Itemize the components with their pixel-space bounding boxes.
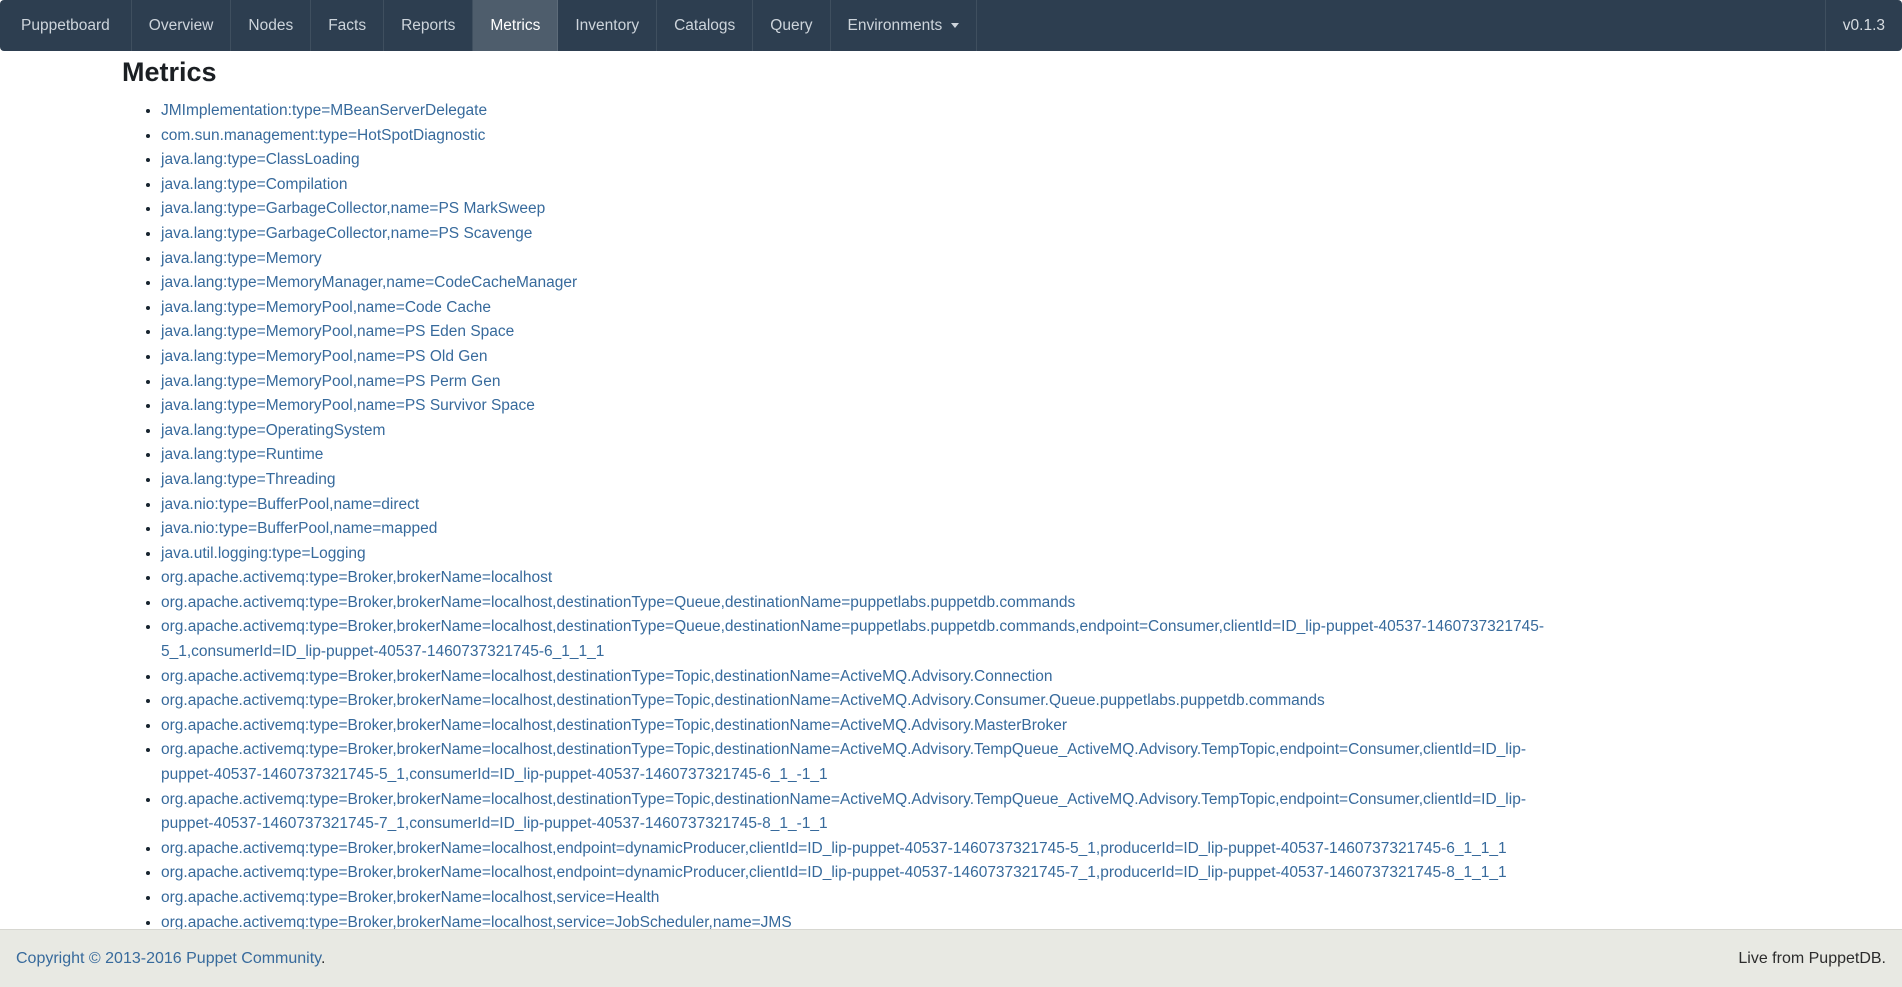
metric-link[interactable]: org.apache.activemq:type=Broker,brokerNa… — [161, 840, 1507, 857]
metric-link[interactable]: org.apache.activemq:type=Broker,brokerNa… — [161, 594, 1075, 611]
chevron-down-icon — [951, 23, 959, 28]
metric-list-item: java.lang:type=MemoryPool,name=PS Perm G… — [161, 370, 1563, 395]
nav-item-label: Inventory — [575, 17, 639, 35]
metric-link[interactable]: java.lang:type=OperatingSystem — [161, 422, 385, 439]
metric-list-item: java.lang:type=MemoryPool,name=PS Surviv… — [161, 394, 1563, 419]
nav-item-label: Nodes — [248, 17, 293, 35]
metric-link[interactable]: org.apache.activemq:type=Broker,brokerNa… — [161, 889, 659, 906]
metric-list-item: java.lang:type=MemoryPool,name=PS Old Ge… — [161, 345, 1563, 370]
nav-item-facts[interactable]: Facts — [311, 0, 384, 51]
nav-item-label: Facts — [328, 17, 366, 35]
metric-list-item: org.apache.activemq:type=Broker,brokerNa… — [161, 837, 1563, 862]
metric-link[interactable]: java.lang:type=Runtime — [161, 446, 323, 463]
nav-item-label: Catalogs — [674, 17, 735, 35]
metric-link[interactable]: java.lang:type=GarbageCollector,name=PS … — [161, 200, 545, 217]
nav-item-nodes[interactable]: Nodes — [231, 0, 311, 51]
metric-link[interactable]: org.apache.activemq:type=Broker,brokerNa… — [161, 668, 1052, 685]
metric-link[interactable]: org.apache.activemq:type=Broker,brokerNa… — [161, 569, 552, 586]
metric-list-item: org.apache.activemq:type=Broker,brokerNa… — [161, 591, 1563, 616]
nav-item-label: Overview — [149, 17, 214, 35]
metric-list-item: java.lang:type=Threading — [161, 468, 1563, 493]
nav-item-environments[interactable]: Environments — [831, 0, 978, 51]
metric-link[interactable]: java.lang:type=MemoryPool,name=PS Eden S… — [161, 323, 514, 340]
metric-list-item: org.apache.activemq:type=Broker,brokerNa… — [161, 689, 1563, 714]
metric-link[interactable]: java.lang:type=Threading — [161, 471, 336, 488]
metric-list-item: java.lang:type=Runtime — [161, 443, 1563, 468]
copyright-link[interactable]: Copyright © 2013-2016 Puppet Community — [16, 950, 321, 967]
metric-list-item: java.lang:type=Compilation — [161, 173, 1563, 198]
metric-list-item: java.nio:type=BufferPool,name=direct — [161, 493, 1563, 518]
metric-link[interactable]: org.apache.activemq:type=Broker,brokerNa… — [161, 618, 1544, 660]
metric-link[interactable]: org.apache.activemq:type=Broker,brokerNa… — [161, 791, 1526, 833]
metric-link[interactable]: org.apache.activemq:type=Broker,brokerNa… — [161, 741, 1526, 783]
metric-list-item: java.lang:type=GarbageCollector,name=PS … — [161, 197, 1563, 222]
metric-list-item: java.lang:type=MemoryPool,name=Code Cach… — [161, 296, 1563, 321]
metric-link[interactable]: java.lang:type=MemoryPool,name=PS Surviv… — [161, 397, 535, 414]
metric-list-item: java.lang:type=GarbageCollector,name=PS … — [161, 222, 1563, 247]
footer-status: Live from PuppetDB. — [1738, 950, 1886, 968]
metrics-list: JMImplementation:type=MBeanServerDelegat… — [122, 99, 1563, 935]
metric-link[interactable]: java.lang:type=Compilation — [161, 176, 348, 193]
metric-list-item: org.apache.activemq:type=Broker,brokerNa… — [161, 714, 1563, 739]
metric-link[interactable]: java.lang:type=MemoryManager,name=CodeCa… — [161, 274, 577, 291]
metric-link[interactable]: java.lang:type=MemoryPool,name=PS Perm G… — [161, 373, 500, 390]
nav-item-metrics[interactable]: Metrics — [473, 0, 558, 51]
metric-list-item: java.lang:type=MemoryManager,name=CodeCa… — [161, 271, 1563, 296]
metric-list-item: java.lang:type=Memory — [161, 247, 1563, 272]
navbar-brand[interactable]: Puppetboard — [0, 0, 132, 51]
metric-list-item: java.lang:type=OperatingSystem — [161, 419, 1563, 444]
metric-list-item: org.apache.activemq:type=Broker,brokerNa… — [161, 886, 1563, 911]
page-title: Metrics — [122, 57, 1902, 87]
metric-link[interactable]: com.sun.management:type=HotSpotDiagnosti… — [161, 127, 485, 144]
navbar: Puppetboard Overview Nodes Facts Reports — [0, 0, 1902, 51]
metric-list-item: java.util.logging:type=Logging — [161, 542, 1563, 567]
navbar-items: Puppetboard Overview Nodes Facts Reports — [0, 0, 977, 51]
metric-list-item: com.sun.management:type=HotSpotDiagnosti… — [161, 124, 1563, 149]
footer: Copyright © 2013-2016 Puppet Community. … — [0, 929, 1902, 987]
nav-item-label: Metrics — [490, 17, 540, 35]
navbar-tab-group: Overview Nodes Facts Reports Metrics — [132, 0, 831, 51]
nav-item-label: Reports — [401, 17, 455, 35]
environments-dropdown-label: Environments — [848, 17, 943, 35]
metric-list-item: java.nio:type=BufferPool,name=mapped — [161, 517, 1563, 542]
metric-link[interactable]: java.lang:type=ClassLoading — [161, 151, 360, 168]
metric-list-item: org.apache.activemq:type=Broker,brokerNa… — [161, 665, 1563, 690]
nav-item-reports[interactable]: Reports — [384, 0, 473, 51]
metric-link[interactable]: java.nio:type=BufferPool,name=mapped — [161, 520, 437, 537]
nav-item-query[interactable]: Query — [753, 0, 830, 51]
metric-link[interactable]: java.util.logging:type=Logging — [161, 545, 366, 562]
nav-item-label: Query — [770, 17, 812, 35]
main-content: Metrics JMImplementation:type=MBeanServe… — [0, 57, 1902, 935]
version-label: v0.1.3 — [1825, 0, 1902, 51]
metric-list-item: java.lang:type=ClassLoading — [161, 148, 1563, 173]
nav-item-inventory[interactable]: Inventory — [558, 0, 657, 51]
metric-link[interactable]: org.apache.activemq:type=Broker,brokerNa… — [161, 717, 1067, 734]
nav-item-catalogs[interactable]: Catalogs — [657, 0, 753, 51]
metric-link[interactable]: java.lang:type=Memory — [161, 250, 322, 267]
nav-item-overview[interactable]: Overview — [132, 0, 232, 51]
metric-list-item: JMImplementation:type=MBeanServerDelegat… — [161, 99, 1563, 124]
metric-list-item: org.apache.activemq:type=Broker,brokerNa… — [161, 615, 1563, 664]
copyright-suffix: . — [321, 950, 325, 967]
metric-link[interactable]: java.lang:type=MemoryPool,name=Code Cach… — [161, 299, 491, 316]
metric-list-item: org.apache.activemq:type=Broker,brokerNa… — [161, 788, 1563, 837]
metric-link[interactable]: java.lang:type=GarbageCollector,name=PS … — [161, 225, 532, 242]
metric-link[interactable]: JMImplementation:type=MBeanServerDelegat… — [161, 102, 487, 119]
metric-link[interactable]: java.lang:type=MemoryPool,name=PS Old Ge… — [161, 348, 488, 365]
metric-list-item: java.lang:type=MemoryPool,name=PS Eden S… — [161, 320, 1563, 345]
metric-link[interactable]: java.nio:type=BufferPool,name=direct — [161, 496, 419, 513]
metric-list-item: org.apache.activemq:type=Broker,brokerNa… — [161, 738, 1563, 787]
footer-copyright: Copyright © 2013-2016 Puppet Community. — [16, 950, 325, 968]
metric-link[interactable]: org.apache.activemq:type=Broker,brokerNa… — [161, 864, 1507, 881]
metric-list-item: org.apache.activemq:type=Broker,brokerNa… — [161, 861, 1563, 886]
metric-list-item: org.apache.activemq:type=Broker,brokerNa… — [161, 566, 1563, 591]
metric-link[interactable]: org.apache.activemq:type=Broker,brokerNa… — [161, 692, 1325, 709]
